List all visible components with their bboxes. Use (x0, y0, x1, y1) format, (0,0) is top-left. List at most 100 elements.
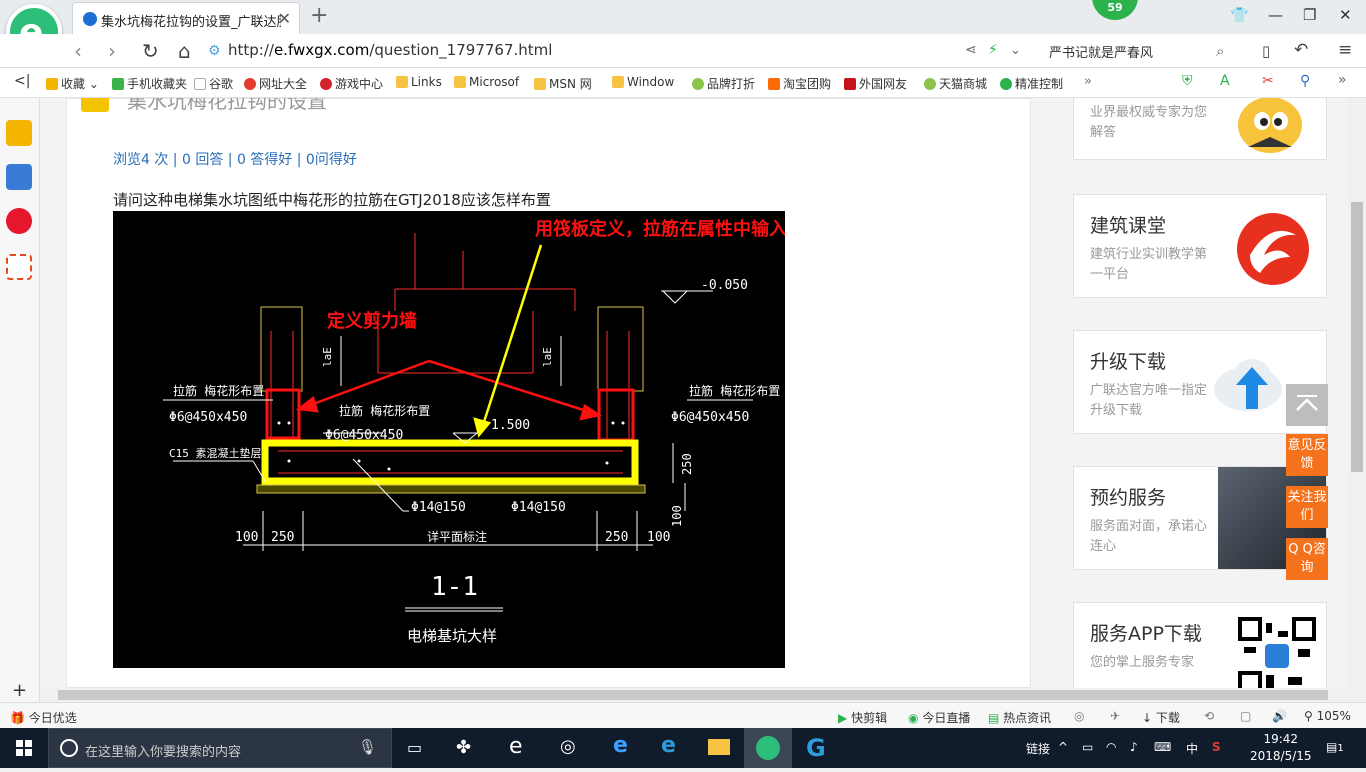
card-sub: 您的掌上服务专家 (1090, 655, 1195, 670)
refresh-icon[interactable]: ↻ (142, 39, 159, 63)
download-status[interactable]: ↓ 下载 (1142, 709, 1180, 726)
task-view-icon[interactable]: ▭ (392, 728, 440, 768)
notification-center-icon[interactable]: ▤1 (1326, 740, 1344, 754)
bookmark-item[interactable]: 网址大全 (244, 75, 307, 92)
taskbar-search[interactable]: 在这里输入你要搜索的内容 🎙 (48, 728, 392, 768)
today-picks[interactable]: 🎁 今日优选 (10, 709, 77, 726)
course-logo-icon (1230, 211, 1316, 291)
mail-icon[interactable] (6, 254, 32, 280)
right-tie-label: 拉筋 梅花形布置 (689, 383, 780, 398)
chevron-down-icon[interactable]: ⌄ (1010, 43, 1021, 58)
keyboard-icon[interactable]: ⌨ (1154, 740, 1171, 754)
battery-icon[interactable]: ▭ (1082, 740, 1093, 754)
follow-button[interactable]: 关注我们 (1286, 486, 1328, 528)
edge-app-icon[interactable]: e (494, 728, 542, 768)
back-to-top-button[interactable] (1286, 384, 1328, 426)
bookmark-item[interactable]: 外国网友 (844, 75, 907, 92)
history-icon[interactable]: ⟲ (1204, 709, 1214, 723)
shield-icon[interactable]: ⛨ (1182, 73, 1193, 89)
horizontal-scrollbar[interactable] (40, 688, 1350, 702)
start-button[interactable] (0, 728, 48, 768)
dim-250-left: 250 (271, 530, 294, 545)
speed-icon[interactable]: ◎ (1074, 709, 1084, 723)
restore-icon[interactable]: ❐ (1303, 6, 1316, 24)
ie-blue-icon[interactable]: e (598, 728, 646, 768)
bookmark-item[interactable]: 天猫商城 (924, 75, 987, 92)
wifi-icon[interactable]: ◠ (1106, 740, 1116, 754)
course-card[interactable]: 建筑课堂 建筑行业实训教学第一平台 (1073, 194, 1327, 298)
bookmark-item[interactable]: 游戏中心 (320, 75, 383, 92)
bookmark-item[interactable]: 手机收藏夹 (112, 75, 187, 92)
section-label: 1-1 (431, 572, 478, 602)
search-icon[interactable]: ⌕ (1216, 42, 1224, 60)
browser-taskbar-icon[interactable] (744, 728, 792, 768)
more-icon[interactable]: » (1338, 72, 1347, 88)
glodon-app-icon[interactable]: G (794, 728, 842, 768)
tray-chevron-icon[interactable]: ^ (1058, 740, 1068, 754)
la-left: laE (321, 347, 334, 367)
dim-center: 详平面标注 (427, 529, 487, 544)
share-icon[interactable]: ⋖ (965, 42, 977, 58)
card-sub: 业界最权威专家为您解答 (1090, 105, 1208, 140)
bookmark-item[interactable]: 品牌打折 (692, 75, 755, 92)
status-item[interactable]: ◉ 今日直播 (908, 709, 970, 726)
back-icon[interactable]: ‹ (74, 39, 82, 63)
list-icon[interactable] (6, 164, 32, 190)
status-item[interactable]: ▤ 热点资讯 (988, 709, 1051, 726)
add-icon[interactable]: + (12, 680, 27, 701)
question-stats[interactable]: 浏览4 次 | 0 回答 | 0 答得好 | 0问得好 (113, 149, 357, 169)
more-bookmarks-icon[interactable]: » (1084, 74, 1092, 89)
close-tab-icon[interactable]: ✕ (278, 9, 291, 28)
sidebar-toggle-icon[interactable]: <| (14, 73, 30, 89)
address-bar: ‹ › ↻ ⌂ ⚙ http://e.fwxgx.com/question_17… (0, 34, 1366, 68)
weibo-icon[interactable] (6, 208, 32, 234)
bookmark-item[interactable]: Links (396, 75, 442, 89)
sogou-icon[interactable]: S (1212, 740, 1221, 754)
app-download-card[interactable]: 服务APP下载 您的掌上服务专家 (1073, 602, 1327, 688)
volume-icon[interactable]: ♪ (1130, 740, 1138, 754)
bookmark-item[interactable]: Window (612, 75, 674, 89)
scissors-icon[interactable]: ✂ (1262, 73, 1274, 89)
tray-links[interactable]: 链接 (1026, 740, 1050, 757)
explorer-icon[interactable] (696, 728, 744, 768)
menu-icon[interactable]: ≡ (1338, 40, 1352, 60)
magnifier-icon[interactable]: ⚲ (1300, 73, 1310, 89)
status-item[interactable]: ▶ 快剪辑 (838, 709, 887, 726)
bookmark-item[interactable]: MSN 网 (534, 75, 592, 92)
expert-card[interactable]: 业界最权威专家为您解答 (1073, 98, 1327, 160)
search-hint[interactable]: 严书记就是严春风 (1049, 42, 1153, 61)
star-icon[interactable] (6, 120, 32, 146)
close-window-icon[interactable]: ✕ (1339, 6, 1352, 24)
bookmark-item[interactable]: 精准控制 (1000, 75, 1063, 92)
window-icon[interactable]: ▢ (1240, 709, 1251, 723)
pin-icon[interactable]: ✈ (1110, 709, 1120, 723)
sound-icon[interactable]: 🔊 (1272, 709, 1287, 723)
bookmark-item[interactable]: 收藏 ⌄ (46, 75, 99, 92)
bookmark-item[interactable]: 谷歌 (194, 75, 233, 92)
forward-icon[interactable]: › (108, 39, 116, 63)
shirt-skin-icon[interactable]: 👕 (1230, 6, 1249, 24)
bookmark-item[interactable]: Microsof (454, 75, 519, 89)
translate-icon[interactable]: A (1220, 73, 1230, 89)
lightning-icon[interactable]: ⚡ (988, 42, 998, 58)
pinwheel-app-icon[interactable]: ✤ (442, 728, 490, 768)
url-input[interactable]: http://e.fwxgx.com/question_1797767.html (228, 41, 552, 59)
feedback-button[interactable]: 意见反馈 (1286, 434, 1328, 476)
qq-consult-button[interactable]: Q Q咨询 (1286, 538, 1328, 580)
minimize-icon[interactable]: — (1268, 6, 1283, 24)
ime-indicator[interactable]: 中 (1186, 740, 1198, 757)
zoom-level[interactable]: ⚲ 105% (1304, 709, 1351, 723)
bookmark-item[interactable]: 淘宝团购 (768, 75, 831, 92)
new-tab-icon[interactable]: + (310, 3, 328, 28)
clock[interactable]: 19:42 2018/5/15 (1250, 731, 1312, 765)
undo-icon[interactable]: ↶ (1294, 40, 1308, 60)
tab-active[interactable]: 集水坑梅花拉钩的设置_广联达服 ✕ (72, 2, 300, 34)
left-tie-label: 拉筋 梅花形布置 (173, 383, 264, 398)
notification-badge[interactable]: 59 (1092, 0, 1138, 20)
ie-icon[interactable]: e (646, 728, 694, 768)
vertical-scrollbar[interactable] (1348, 98, 1366, 688)
chat-app-icon[interactable]: ◎ (546, 728, 594, 768)
home-icon[interactable]: ⌂ (178, 39, 191, 63)
phone-icon[interactable]: ▯ (1262, 42, 1270, 60)
card-heading: 升级下载 (1090, 351, 1167, 373)
